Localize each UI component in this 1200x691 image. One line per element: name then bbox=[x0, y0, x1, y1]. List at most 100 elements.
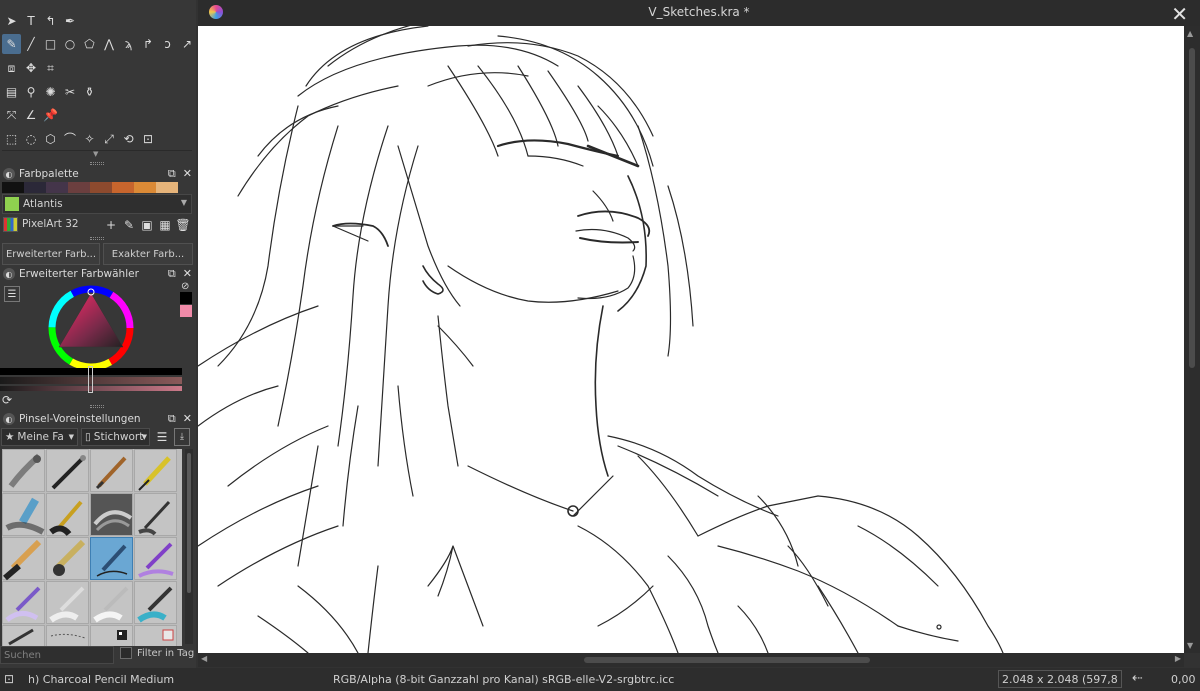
brush-preset[interactable] bbox=[134, 449, 177, 492]
move-icon[interactable]: ✥ bbox=[22, 58, 41, 78]
assistant-icon[interactable]: ⤧ bbox=[2, 105, 21, 125]
swatch[interactable] bbox=[90, 182, 112, 193]
foreground-color[interactable] bbox=[180, 292, 192, 304]
contiguous-select-icon[interactable]: ✧ bbox=[80, 129, 99, 149]
docker-grip[interactable] bbox=[90, 405, 104, 408]
close-icon[interactable]: ✕ bbox=[183, 412, 192, 426]
horizontal-scroll-thumb[interactable] bbox=[584, 657, 870, 663]
swatch[interactable] bbox=[46, 182, 68, 193]
brush-preset-selected[interactable] bbox=[90, 537, 133, 580]
brush-preset[interactable] bbox=[134, 581, 177, 624]
brush-preset[interactable] bbox=[2, 581, 45, 624]
brush-icon[interactable]: ✎ bbox=[2, 34, 21, 54]
brush-preset[interactable] bbox=[2, 537, 45, 581]
docker-grip[interactable] bbox=[90, 162, 104, 165]
edit-icon[interactable]: ✎ bbox=[122, 217, 136, 233]
swatch[interactable] bbox=[134, 182, 156, 193]
crop-icon[interactable]: ⌗ bbox=[41, 58, 60, 78]
toolbox-collapse[interactable]: ▼ bbox=[2, 150, 192, 159]
horizontal-scrollbar[interactable]: ◀ ▶ bbox=[198, 653, 1184, 667]
brush-preset[interactable] bbox=[46, 493, 89, 537]
brush-preset[interactable] bbox=[2, 625, 45, 646]
scroll-down-icon[interactable]: ▼ bbox=[1187, 641, 1193, 650]
brush-preset[interactable] bbox=[90, 493, 133, 536]
brush-preset[interactable] bbox=[90, 625, 133, 646]
brush-preset[interactable] bbox=[90, 449, 133, 492]
view-mode-icon[interactable]: ☰ bbox=[154, 428, 170, 446]
smart-patch-icon[interactable]: ✺ bbox=[41, 82, 60, 102]
refresh-icon[interactable]: ⟳ bbox=[2, 393, 12, 407]
bezier-icon[interactable]: ϡ bbox=[119, 34, 138, 54]
brush-preset[interactable] bbox=[134, 625, 177, 646]
brush-grid-scrollbar[interactable] bbox=[185, 449, 193, 644]
edit-shapes-icon[interactable]: ↰ bbox=[41, 11, 60, 31]
filter-in-tag-checkbox[interactable] bbox=[120, 647, 132, 659]
swatch[interactable] bbox=[68, 182, 90, 193]
measure-icon[interactable]: ∠ bbox=[22, 105, 41, 125]
line-icon[interactable]: ╱ bbox=[22, 34, 41, 54]
brush-preset[interactable] bbox=[46, 449, 89, 492]
brush-preset[interactable] bbox=[134, 537, 177, 580]
tab-exact-color[interactable]: Exakter Farb... bbox=[103, 243, 193, 265]
grid-icon[interactable]: ▦ bbox=[158, 217, 172, 233]
select-icon[interactable]: ➤ bbox=[2, 11, 21, 31]
magnetic-select-icon[interactable]: ⊡ bbox=[139, 129, 158, 149]
swatch[interactable] bbox=[2, 182, 24, 193]
rectangle-icon[interactable]: □ bbox=[41, 34, 60, 54]
close-icon[interactable]: ✕ bbox=[183, 267, 192, 281]
brush-preset[interactable] bbox=[46, 537, 89, 580]
float-docker-icon[interactable]: ⧉ bbox=[168, 267, 176, 281]
brush-preset[interactable] bbox=[90, 581, 133, 624]
polygon-icon[interactable]: ⬠ bbox=[80, 34, 99, 54]
search-input[interactable]: Suchen bbox=[0, 646, 114, 664]
brush-preset[interactable] bbox=[2, 449, 45, 492]
freehand-path-icon[interactable]: ↱ bbox=[139, 34, 158, 54]
no-color-icon[interactable]: ⊘ bbox=[181, 281, 189, 292]
swatch[interactable] bbox=[24, 182, 46, 193]
add-icon[interactable]: + bbox=[104, 217, 118, 233]
vertical-scrollbar[interactable]: ▲ ▼ bbox=[1184, 26, 1200, 653]
scroll-right-icon[interactable]: ▶ bbox=[1175, 654, 1181, 663]
brush-preset[interactable] bbox=[2, 493, 45, 536]
background-color[interactable] bbox=[180, 305, 192, 317]
polygon-select-icon[interactable]: ⬡ bbox=[41, 129, 60, 149]
fill-bucket-icon[interactable]: ⚱ bbox=[80, 82, 99, 102]
vertical-scroll-thumb[interactable] bbox=[1189, 48, 1195, 368]
ellipse-icon[interactable]: ○ bbox=[61, 34, 80, 54]
docker-lock-icon[interactable]: ◐ bbox=[3, 413, 15, 425]
docker-lock-icon[interactable]: ◐ bbox=[3, 168, 15, 180]
brush-preset[interactable] bbox=[46, 581, 89, 624]
tab-advanced-color[interactable]: Erweiterter Farb... bbox=[2, 243, 100, 265]
settings-list-icon[interactable]: ☰ bbox=[4, 286, 20, 302]
ellipse-select-icon[interactable]: ◌ bbox=[22, 129, 41, 149]
float-docker-icon[interactable]: ⧉ bbox=[168, 167, 176, 181]
transform-icon[interactable]: ⧈ bbox=[2, 58, 21, 78]
swatch[interactable] bbox=[156, 182, 178, 193]
filter-in-tag[interactable]: Filter in Tag bbox=[120, 647, 194, 659]
save-icon[interactable]: ▣ bbox=[140, 217, 154, 233]
scroll-up-icon[interactable]: ▲ bbox=[1187, 29, 1193, 38]
close-icon[interactable]: ✕ bbox=[183, 167, 192, 181]
swatch[interactable] bbox=[112, 182, 134, 193]
rect-select-icon[interactable]: ⬚ bbox=[2, 129, 21, 149]
brush-preview-icon[interactable]: ⊡ bbox=[4, 672, 14, 686]
text-icon[interactable]: T bbox=[22, 11, 41, 31]
rotation-icon[interactable]: ⇠ bbox=[1132, 671, 1143, 686]
brush-preset[interactable] bbox=[46, 625, 89, 646]
multibrush-icon[interactable]: ↗ bbox=[178, 34, 197, 54]
shade-cursor[interactable] bbox=[88, 366, 93, 393]
docker-lock-icon[interactable]: ◐ bbox=[3, 268, 15, 280]
tag-button[interactable]: ▯ Stichwort ▼ bbox=[81, 428, 150, 446]
docker-grip[interactable] bbox=[90, 237, 104, 240]
drawing-canvas[interactable] bbox=[198, 26, 1184, 653]
similar-select-icon[interactable]: ⤢ bbox=[100, 129, 119, 149]
fill-icon[interactable]: ✂ bbox=[61, 82, 80, 102]
float-docker-icon[interactable]: ⧉ bbox=[168, 412, 176, 426]
freehand-select-icon[interactable]: ⌒ bbox=[61, 129, 80, 149]
polyline-icon[interactable]: ⋀ bbox=[100, 34, 119, 54]
dynamic-brush-icon[interactable]: ↄ bbox=[158, 34, 177, 54]
gradient-icon[interactable]: ▤ bbox=[2, 82, 21, 102]
palette-name[interactable]: PixelArt 32 bbox=[22, 218, 79, 230]
calligraphy-icon[interactable]: ✒ bbox=[61, 11, 80, 31]
close-icon[interactable]: ✕ bbox=[1171, 2, 1188, 26]
